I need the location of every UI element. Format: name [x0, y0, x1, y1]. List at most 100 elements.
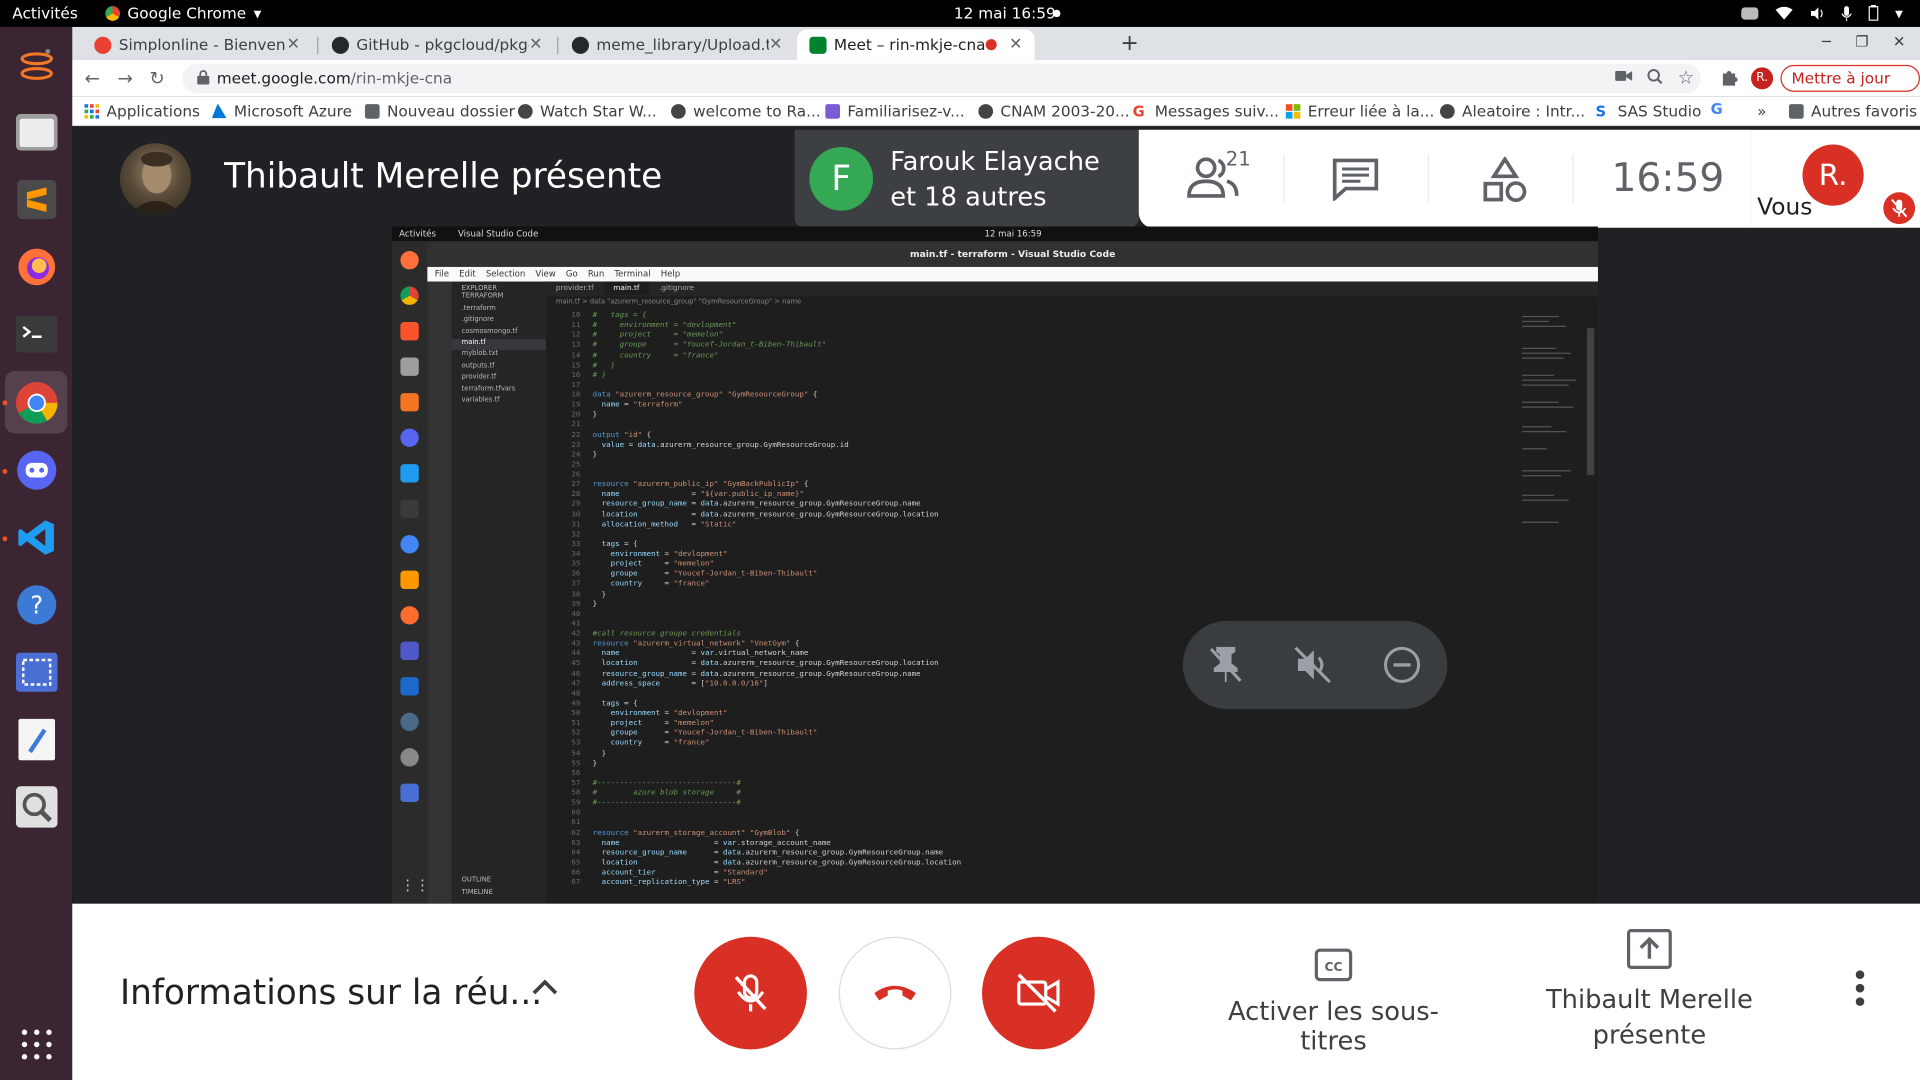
camera-toggle-button[interactable]: [982, 936, 1095, 1050]
file-item: .gitignore: [461, 316, 494, 324]
people-count: 21: [1225, 146, 1251, 171]
files-icon[interactable]: [11, 107, 61, 157]
app-menu[interactable]: Google Chrome ▾: [105, 4, 261, 22]
tab-separator: [557, 36, 559, 54]
bookmark-messages-suiv[interactable]: G Messages suiv...: [1133, 102, 1279, 120]
microphone-toggle-button[interactable]: [694, 936, 807, 1050]
bookmark-label: Messages suiv...: [1154, 101, 1280, 121]
bookmark-sas-studio[interactable]: S SAS Studio: [1596, 102, 1702, 120]
bookmark-aleatoire[interactable]: Aleatoire : Intr...: [1440, 102, 1585, 120]
bookmark-label: Familiarisez-v...: [847, 101, 965, 121]
vscode-editor: provider.tf main.tf .gitignore main.tf > d…: [546, 281, 1598, 904]
more-options-icon[interactable]: [1854, 970, 1866, 1007]
zoom-icon[interactable]: [1647, 69, 1663, 85]
profile-avatar[interactable]: R.: [1751, 67, 1774, 90]
shared-screen: Activités Visual Studio Code 12 mai 16:5…: [391, 226, 1598, 904]
brave-icon: [400, 322, 419, 341]
firefox-icon[interactable]: [11, 241, 61, 291]
bookmark-microsoft-azure[interactable]: Microsoft Azure: [211, 102, 352, 120]
system-clock[interactable]: 12 mai 16:59: [954, 4, 1056, 22]
close-window-icon[interactable]: ✕: [1893, 33, 1905, 50]
back-arrow-icon[interactable]: ←: [84, 67, 99, 89]
captions-button[interactable]: CC Activer les sous-titres: [1195, 948, 1472, 1056]
bookmark-welcome-to-ra[interactable]: welcome to Ra...: [671, 102, 821, 120]
text-editor-icon[interactable]: [11, 714, 61, 764]
screenshot-icon[interactable]: [11, 647, 61, 697]
menu-go: Go: [565, 269, 578, 280]
magnifier-app-icon[interactable]: [11, 781, 61, 831]
app-icon: [400, 606, 419, 625]
tab-title: Meet – rin-mkje-cna: [833, 35, 986, 54]
camera-permission-icon[interactable]: [1615, 69, 1633, 84]
close-icon[interactable]: ✕: [529, 36, 542, 54]
editor-tab: .gitignore: [659, 284, 695, 293]
chrome-dock-icon[interactable]: [4, 371, 68, 434]
close-icon[interactable]: ✕: [1009, 36, 1022, 54]
divider: [1427, 154, 1429, 204]
extensions-puzzle-icon[interactable]: [1720, 69, 1738, 86]
mute-participant-icon[interactable]: [1293, 645, 1332, 684]
remove-participant-icon[interactable]: [1382, 645, 1421, 684]
bookmark-familiarisez[interactable]: Familiarisez-v...: [825, 101, 965, 121]
leave-call-button[interactable]: [838, 936, 952, 1050]
participant-tile[interactable]: F Farouk Elayache et 18 autres: [794, 129, 1139, 228]
bookmark-nouveau-dossier[interactable]: Nouveau dossier: [364, 102, 515, 120]
tile-hover-controls: [1182, 620, 1448, 709]
vscode-icon[interactable]: [11, 512, 61, 562]
minimize-icon[interactable]: ─: [1822, 33, 1831, 50]
bookmark-label: CNAM 2003-20...: [1000, 101, 1130, 121]
presenting-label: Thibault Merelle présente: [1545, 984, 1753, 1050]
vscode-explorer: EXPLORER TERRAFORM .terraform .gitignore…: [451, 281, 547, 904]
address-bar[interactable]: meet.google.com/rin-mkje-cna ☆: [182, 63, 1701, 94]
tab-meet[interactable]: Meet – rin-mkje-cna ✕: [797, 29, 1035, 61]
bookmark-star-icon[interactable]: ☆: [1678, 66, 1694, 88]
running-indicator: [2, 400, 8, 406]
menu-file: File: [434, 269, 450, 280]
app-icon: [400, 535, 419, 554]
bookmark-label: welcome to Ra...: [693, 101, 821, 121]
meeting-details-button[interactable]: Informations sur la réu...: [120, 972, 542, 1012]
chrome-icon: [105, 5, 121, 21]
tab-meme-library[interactable]: meme_library/Upload.tsx ✕: [560, 29, 795, 60]
reload-icon[interactable]: ↻: [149, 67, 164, 89]
more-bookmarks-button[interactable]: »: [1757, 102, 1766, 120]
forward-arrow-icon[interactable]: →: [118, 67, 133, 89]
shared-app-name: Visual Studio Code: [457, 228, 539, 239]
sublime-text-icon[interactable]: [11, 174, 61, 224]
bookmark-applications[interactable]: Applications: [84, 102, 200, 120]
activities-shapes-icon[interactable]: [1480, 156, 1529, 204]
close-icon[interactable]: ✕: [769, 36, 782, 54]
lock-icon: [197, 70, 210, 85]
meet-page: Thibault Merelle présente F Farouk Elaya…: [72, 126, 1920, 1080]
jupyter-icon[interactable]: [11, 39, 61, 89]
chat-icon[interactable]: [1331, 157, 1380, 201]
discord-icon[interactable]: [11, 444, 61, 494]
chevron-up-icon[interactable]: [530, 977, 559, 997]
bookmarks-bar: Applications Microsoft Azure Nouveau dos…: [72, 96, 1920, 127]
self-view-tile[interactable]: R. Vous: [1751, 129, 1920, 228]
system-tray[interactable]: ▾: [1740, 4, 1903, 22]
tab-github-pkgcloud[interactable]: GitHub - pkgcloud/pkgclo ✕: [320, 29, 555, 60]
timeline-section: TIMELINE: [461, 888, 493, 897]
help-icon[interactable]: ?: [11, 579, 61, 629]
bookmark-label: Applications: [106, 101, 201, 121]
wifi-icon: [1775, 6, 1793, 21]
new-tab-button[interactable]: +: [1120, 31, 1138, 57]
terminal-icon[interactable]: [11, 309, 61, 359]
application-dock: ?: [0, 26, 73, 1080]
show-applications-icon[interactable]: [11, 1019, 61, 1069]
maximize-icon[interactable]: ❐: [1855, 33, 1868, 50]
other-bookmarks-folder[interactable]: Autres favoris: [1788, 102, 1917, 120]
editor-tab-active: main.tf: [603, 281, 650, 296]
update-button[interactable]: Mettre à jour ⋮: [1780, 64, 1920, 111]
bookmark-watch-star-wars[interactable]: Watch Star W...: [517, 102, 657, 120]
activities-button[interactable]: Activités: [12, 4, 78, 22]
close-icon[interactable]: ✕: [287, 36, 300, 54]
unpin-icon[interactable]: [1207, 645, 1244, 684]
bookmark-cnam[interactable]: CNAM 2003-20...: [978, 101, 1130, 121]
bookmark-google[interactable]: G: [1711, 102, 1726, 117]
bookmark-erreur-liee[interactable]: Erreur liée à la...: [1285, 102, 1434, 120]
present-now-button[interactable]: Thibault Merelle présente: [1542, 928, 1758, 1063]
tab-title: GitHub - pkgcloud/pkgclo: [356, 35, 529, 54]
tab-simplonline[interactable]: Simplonline - Bienvenue s ✕: [82, 29, 312, 60]
